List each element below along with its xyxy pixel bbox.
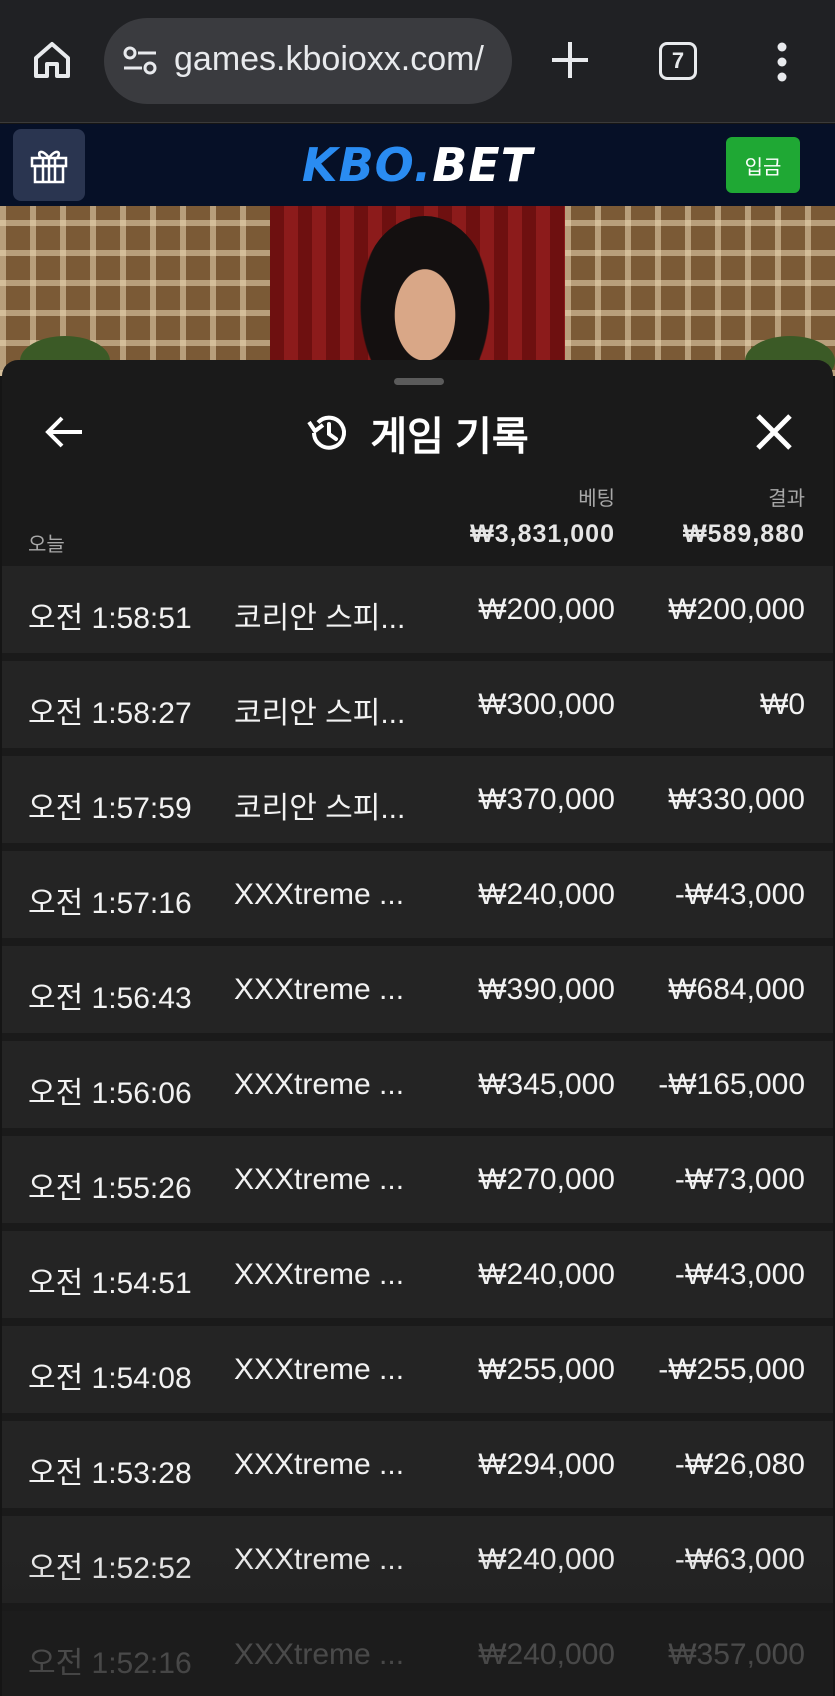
row-result: ₩330,000 <box>668 783 805 816</box>
site-header: KBO.BET 입금 <box>0 124 835 206</box>
row-game: XXXtreme ... <box>234 1163 405 1196</box>
row-result: -₩43,000 <box>674 878 805 911</box>
history-row[interactable]: 오전 1:56:06 XXXtreme ... ₩345,000 -₩165,000 <box>2 1041 833 1128</box>
row-time: 오전 1:57:59 <box>28 792 192 825</box>
row-game: XXXtreme ... <box>234 1068 405 1101</box>
history-row[interactable]: 오전 1:52:16 XXXtreme ... ₩240,000 ₩357,000 <box>2 1611 833 1696</box>
row-game: XXXtreme ... <box>234 1353 405 1386</box>
history-row[interactable]: 오전 1:57:59 코리안 스피... ₩370,000 ₩330,000 <box>2 756 833 843</box>
column-header-bet: 베팅 <box>578 488 615 510</box>
row-time: 오전 1:53:28 <box>28 1457 192 1490</box>
row-bet: ₩240,000 <box>478 1543 615 1576</box>
history-list: 오전 1:58:51 코리안 스피... ₩200,000 ₩200,000 오전 1:… <box>2 566 833 1696</box>
row-bet: ₩370,000 <box>478 783 615 816</box>
total-result: ₩589,880 <box>683 520 805 548</box>
row-time: 오전 1:57:16 <box>28 887 192 920</box>
row-result: -₩73,000 <box>674 1163 805 1196</box>
home-icon[interactable] <box>30 38 74 82</box>
period-label: 오늘 <box>28 534 65 556</box>
row-bet: ₩200,000 <box>478 593 615 626</box>
sheet-drag-handle[interactable] <box>394 378 444 385</box>
column-header-result: 결과 <box>768 488 805 510</box>
row-result: ₩684,000 <box>668 973 805 1006</box>
logo-text-kbo: KBO. <box>301 138 433 192</box>
history-row[interactable]: 오전 1:58:51 코리안 스피... ₩200,000 ₩200,000 <box>2 566 833 653</box>
row-result: -₩43,000 <box>674 1258 805 1291</box>
row-game: XXXtreme ... <box>234 1258 405 1291</box>
history-row[interactable]: 오전 1:52:52 XXXtreme ... ₩240,000 -₩63,000 <box>2 1516 833 1603</box>
row-game: XXXtreme ... <box>234 1638 405 1671</box>
browser-toolbar: games.kboioxx.com/ 7 <box>0 0 835 123</box>
site-logo[interactable]: KBO.BET <box>0 138 835 192</box>
history-row[interactable]: 오전 1:58:27 코리안 스피... ₩300,000 ₩0 <box>2 661 833 748</box>
row-game: 코리안 스피... <box>234 697 406 730</box>
history-row[interactable]: 오전 1:54:51 XXXtreme ... ₩240,000 -₩43,000 <box>2 1231 833 1318</box>
row-time: 오전 1:56:43 <box>28 982 192 1015</box>
deposit-button[interactable]: 입금 <box>726 137 800 193</box>
row-bet: ₩270,000 <box>478 1163 615 1196</box>
tab-switcher-button[interactable]: 7 <box>659 42 697 80</box>
row-bet: ₩345,000 <box>478 1068 615 1101</box>
row-bet: ₩390,000 <box>478 973 615 1006</box>
row-result: ₩357,000 <box>668 1638 805 1671</box>
game-history-sheet: 게임 기록 베팅 결과 오늘 ₩3,831,000 ₩589,880 오전 1:… <box>2 360 833 1696</box>
row-result: -₩255,000 <box>658 1353 805 1386</box>
row-bet: ₩255,000 <box>478 1353 615 1386</box>
close-icon[interactable] <box>752 410 796 454</box>
row-result: -₩63,000 <box>674 1543 805 1576</box>
row-time: 오전 1:52:52 <box>28 1552 192 1585</box>
row-result: -₩26,080 <box>674 1448 805 1481</box>
row-result: ₩200,000 <box>668 593 805 626</box>
row-bet: ₩240,000 <box>478 1638 615 1671</box>
row-time: 오전 1:58:27 <box>28 697 192 730</box>
live-video-feed <box>0 206 835 376</box>
row-bet: ₩240,000 <box>478 878 615 911</box>
row-bet: ₩294,000 <box>478 1448 615 1481</box>
row-bet: ₩240,000 <box>478 1258 615 1291</box>
sheet-title: 게임 기록 <box>370 415 529 459</box>
history-row[interactable]: 오전 1:53:28 XXXtreme ... ₩294,000 -₩26,080 <box>2 1421 833 1508</box>
more-menu-icon[interactable] <box>776 42 788 82</box>
row-bet: ₩300,000 <box>478 688 615 721</box>
history-row[interactable]: 오전 1:56:43 XXXtreme ... ₩390,000 ₩684,000 <box>2 946 833 1033</box>
row-game: XXXtreme ... <box>234 973 405 1006</box>
history-row[interactable]: 오전 1:55:26 XXXtreme ... ₩270,000 -₩73,000 <box>2 1136 833 1223</box>
new-tab-icon[interactable] <box>550 40 590 80</box>
sheet-header: 게임 기록 <box>2 404 833 462</box>
address-bar[interactable]: games.kboioxx.com/ <box>104 18 512 104</box>
history-icon <box>307 415 347 450</box>
row-game: XXXtreme ... <box>234 878 405 911</box>
row-time: 오전 1:56:06 <box>28 1077 192 1110</box>
history-row[interactable]: 오전 1:57:16 XXXtreme ... ₩240,000 -₩43,000 <box>2 851 833 938</box>
row-result: ₩0 <box>760 688 805 721</box>
site-settings-icon[interactable] <box>122 44 158 78</box>
row-game: XXXtreme ... <box>234 1543 405 1576</box>
row-time: 오전 1:58:51 <box>28 602 192 635</box>
row-game: 코리안 스피... <box>234 602 406 635</box>
row-time: 오전 1:52:16 <box>28 1647 192 1680</box>
row-game: XXXtreme ... <box>234 1448 405 1481</box>
total-bet: ₩3,831,000 <box>470 520 615 548</box>
row-time: 오전 1:55:26 <box>28 1172 192 1205</box>
row-time: 오전 1:54:51 <box>28 1267 192 1300</box>
row-game: 코리안 스피... <box>234 792 406 825</box>
dealer-image <box>360 216 490 376</box>
row-result: -₩165,000 <box>658 1068 805 1101</box>
history-row[interactable]: 오전 1:54:08 XXXtreme ... ₩255,000 -₩255,000 <box>2 1326 833 1413</box>
logo-text-bet: BET <box>432 138 534 192</box>
row-time: 오전 1:54:08 <box>28 1362 192 1395</box>
url-text[interactable]: games.kboioxx.com/ <box>174 40 504 79</box>
